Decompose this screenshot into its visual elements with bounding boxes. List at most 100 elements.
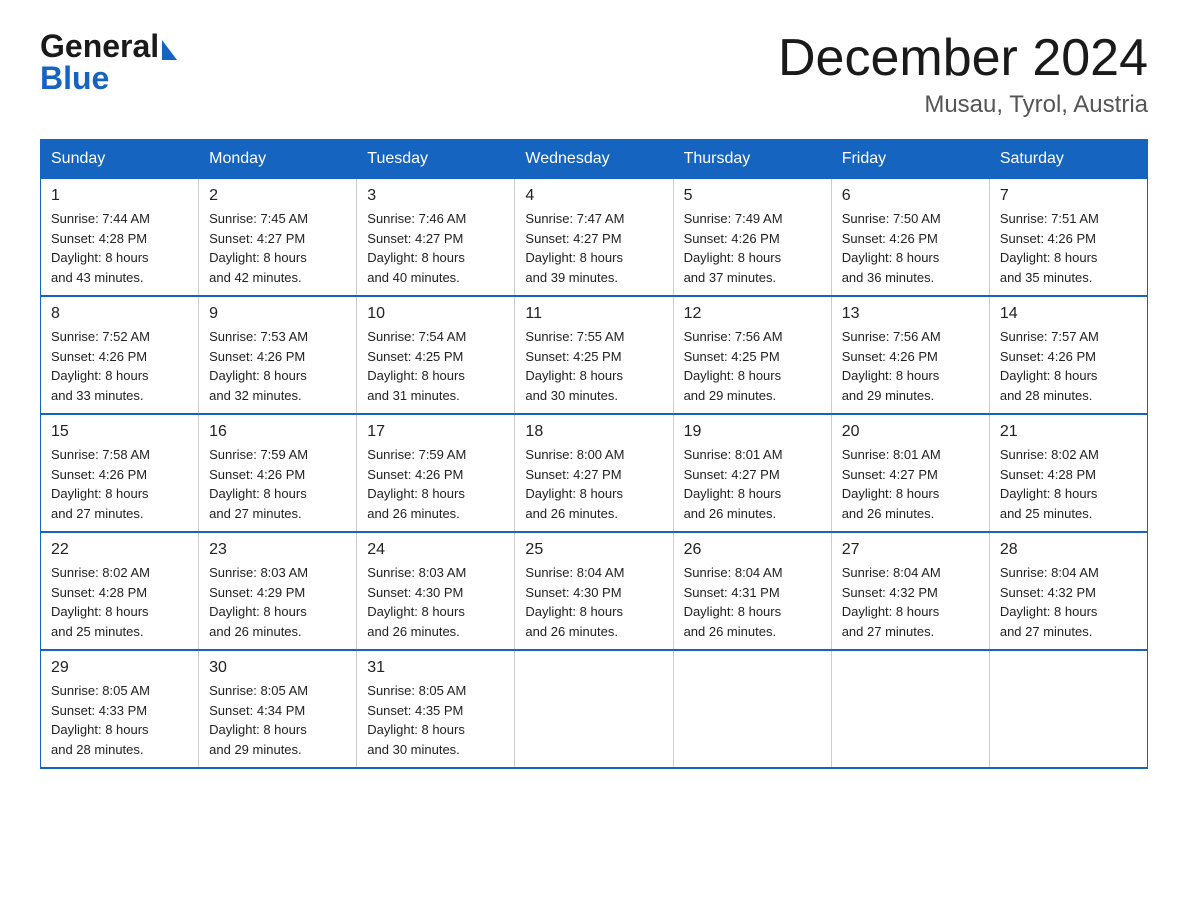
day-number: 6 [842,187,979,205]
calendar-cell: 24 Sunrise: 8:03 AMSunset: 4:30 PMDayligh… [357,532,515,650]
day-number: 21 [1000,423,1137,441]
day-number: 2 [209,187,346,205]
day-info: Sunrise: 7:46 AMSunset: 4:27 PMDaylight:… [367,209,504,287]
day-info: Sunrise: 7:53 AMSunset: 4:26 PMDaylight:… [209,327,346,405]
calendar-cell: 5 Sunrise: 7:49 AMSunset: 4:26 PMDaylight… [673,179,831,297]
day-number: 8 [51,305,188,323]
calendar-cell: 17Sunrise: 7:59 AMSunset: 4:26 PMDayligh… [357,414,515,532]
day-number: 9 [209,305,346,323]
calendar-cell: 15 Sunrise: 7:58 AMSunset: 4:26 PMDayligh… [41,414,199,532]
day-info: Sunrise: 7:44 AMSunset: 4:28 PMDaylight:… [51,209,188,287]
day-number: 23 [209,541,346,559]
calendar-cell: 13Sunrise: 7:56 AMSunset: 4:26 PMDayligh… [831,296,989,414]
calendar-row-2: 8 Sunrise: 7:52 AMSunset: 4:26 PMDaylight… [41,296,1148,414]
calendar-cell [989,650,1147,768]
day-number: 30 [209,659,346,677]
day-info: Sunrise: 7:50 AMSunset: 4:26 PMDaylight:… [842,209,979,287]
header-monday: Monday [199,140,357,179]
calendar-cell [673,650,831,768]
day-info: Sunrise: 7:58 AMSunset: 4:26 PMDaylight:… [51,445,188,523]
calendar-cell: 4 Sunrise: 7:47 AMSunset: 4:27 PMDaylight… [515,179,673,297]
header-thursday: Thursday [673,140,831,179]
day-info: Sunrise: 7:51 AMSunset: 4:26 PMDaylight:… [1000,209,1137,287]
day-number: 16 [209,423,346,441]
day-info: Sunrise: 8:04 AMSunset: 4:32 PMDaylight:… [1000,563,1137,641]
calendar-row-5: 29 Sunrise: 8:05 AMSunset: 4:33 PMDayligh… [41,650,1148,768]
day-number: 28 [1000,541,1137,559]
day-info: Sunrise: 8:00 AMSunset: 4:27 PMDaylight:… [525,445,662,523]
calendar-cell: 19 Sunrise: 8:01 AMSunset: 4:27 PMDayligh… [673,414,831,532]
day-number: 18 [525,423,662,441]
day-info: Sunrise: 8:05 AMSunset: 4:33 PMDaylight:… [51,681,188,759]
calendar-cell: 31 Sunrise: 8:05 AMSunset: 4:35 PMDayligh… [357,650,515,768]
day-number: 22 [51,541,188,559]
day-info: Sunrise: 8:02 AMSunset: 4:28 PMDaylight:… [1000,445,1137,523]
calendar-cell: 12Sunrise: 7:56 AMSunset: 4:25 PMDayligh… [673,296,831,414]
calendar-cell: 27Sunrise: 8:04 AMSunset: 4:32 PMDayligh… [831,532,989,650]
calendar-cell: 18 Sunrise: 8:00 AMSunset: 4:27 PMDayligh… [515,414,673,532]
calendar-cell: 30 Sunrise: 8:05 AMSunset: 4:34 PMDayligh… [199,650,357,768]
day-number: 7 [1000,187,1137,205]
header-saturday: Saturday [989,140,1147,179]
day-info: Sunrise: 8:04 AMSunset: 4:30 PMDaylight:… [525,563,662,641]
day-number: 19 [684,423,821,441]
day-number: 5 [684,187,821,205]
calendar-cell: 6 Sunrise: 7:50 AMSunset: 4:26 PMDaylight… [831,179,989,297]
day-number: 15 [51,423,188,441]
calendar-cell: 3 Sunrise: 7:46 AMSunset: 4:27 PMDaylight… [357,179,515,297]
day-number: 10 [367,305,504,323]
calendar-cell: 23 Sunrise: 8:03 AMSunset: 4:29 PMDayligh… [199,532,357,650]
page-header: General Blue December 2024 Musau, Tyrol,… [40,30,1148,119]
logo-blue-text: Blue [40,62,177,94]
day-info: Sunrise: 8:05 AMSunset: 4:35 PMDaylight:… [367,681,504,759]
day-number: 14 [1000,305,1137,323]
location-title: Musau, Tyrol, Austria [778,91,1148,119]
day-info: Sunrise: 8:01 AMSunset: 4:27 PMDaylight:… [684,445,821,523]
calendar-row-4: 22 Sunrise: 8:02 AMSunset: 4:28 PMDayligh… [41,532,1148,650]
calendar-cell [831,650,989,768]
day-number: 12 [684,305,821,323]
weekday-header-row: Sunday Monday Tuesday Wednesday Thursday… [41,140,1148,179]
day-number: 25 [525,541,662,559]
calendar-row-1: 1Sunrise: 7:44 AMSunset: 4:28 PMDaylight… [41,179,1148,297]
day-info: Sunrise: 7:55 AMSunset: 4:25 PMDaylight:… [525,327,662,405]
calendar-cell: 11Sunrise: 7:55 AMSunset: 4:25 PMDayligh… [515,296,673,414]
day-info: Sunrise: 8:03 AMSunset: 4:30 PMDaylight:… [367,563,504,641]
calendar-cell [515,650,673,768]
header-wednesday: Wednesday [515,140,673,179]
day-info: Sunrise: 7:57 AMSunset: 4:26 PMDaylight:… [1000,327,1137,405]
calendar-cell: 28 Sunrise: 8:04 AMSunset: 4:32 PMDayligh… [989,532,1147,650]
logo-general-text: General [40,30,177,62]
calendar-cell: 22 Sunrise: 8:02 AMSunset: 4:28 PMDayligh… [41,532,199,650]
calendar-cell: 2Sunrise: 7:45 AMSunset: 4:27 PMDaylight… [199,179,357,297]
calendar-cell: 25 Sunrise: 8:04 AMSunset: 4:30 PMDayligh… [515,532,673,650]
calendar-cell: 10 Sunrise: 7:54 AMSunset: 4:25 PMDayligh… [357,296,515,414]
day-info: Sunrise: 8:01 AMSunset: 4:27 PMDaylight:… [842,445,979,523]
calendar-cell: 26Sunrise: 8:04 AMSunset: 4:31 PMDayligh… [673,532,831,650]
day-number: 31 [367,659,504,677]
day-info: Sunrise: 8:05 AMSunset: 4:34 PMDaylight:… [209,681,346,759]
header-tuesday: Tuesday [357,140,515,179]
day-info: Sunrise: 8:02 AMSunset: 4:28 PMDaylight:… [51,563,188,641]
day-number: 29 [51,659,188,677]
calendar-table: Sunday Monday Tuesday Wednesday Thursday… [40,139,1148,769]
day-info: Sunrise: 7:49 AMSunset: 4:26 PMDaylight:… [684,209,821,287]
day-info: Sunrise: 7:47 AMSunset: 4:27 PMDaylight:… [525,209,662,287]
calendar-cell: 8 Sunrise: 7:52 AMSunset: 4:26 PMDaylight… [41,296,199,414]
header-sunday: Sunday [41,140,199,179]
day-info: Sunrise: 8:03 AMSunset: 4:29 PMDaylight:… [209,563,346,641]
day-number: 24 [367,541,504,559]
day-number: 17 [367,423,504,441]
calendar-cell: 20Sunrise: 8:01 AMSunset: 4:27 PMDayligh… [831,414,989,532]
month-title: December 2024 [778,30,1148,87]
day-number: 13 [842,305,979,323]
day-number: 4 [525,187,662,205]
calendar-cell: 14 Sunrise: 7:57 AMSunset: 4:26 PMDayligh… [989,296,1147,414]
calendar-cell: 9 Sunrise: 7:53 AMSunset: 4:26 PMDaylight… [199,296,357,414]
day-info: Sunrise: 7:52 AMSunset: 4:26 PMDaylight:… [51,327,188,405]
day-number: 3 [367,187,504,205]
calendar-cell: 21 Sunrise: 8:02 AMSunset: 4:28 PMDayligh… [989,414,1147,532]
day-info: Sunrise: 8:04 AMSunset: 4:31 PMDaylight:… [684,563,821,641]
day-info: Sunrise: 7:54 AMSunset: 4:25 PMDaylight:… [367,327,504,405]
day-info: Sunrise: 7:59 AMSunset: 4:26 PMDaylight:… [209,445,346,523]
